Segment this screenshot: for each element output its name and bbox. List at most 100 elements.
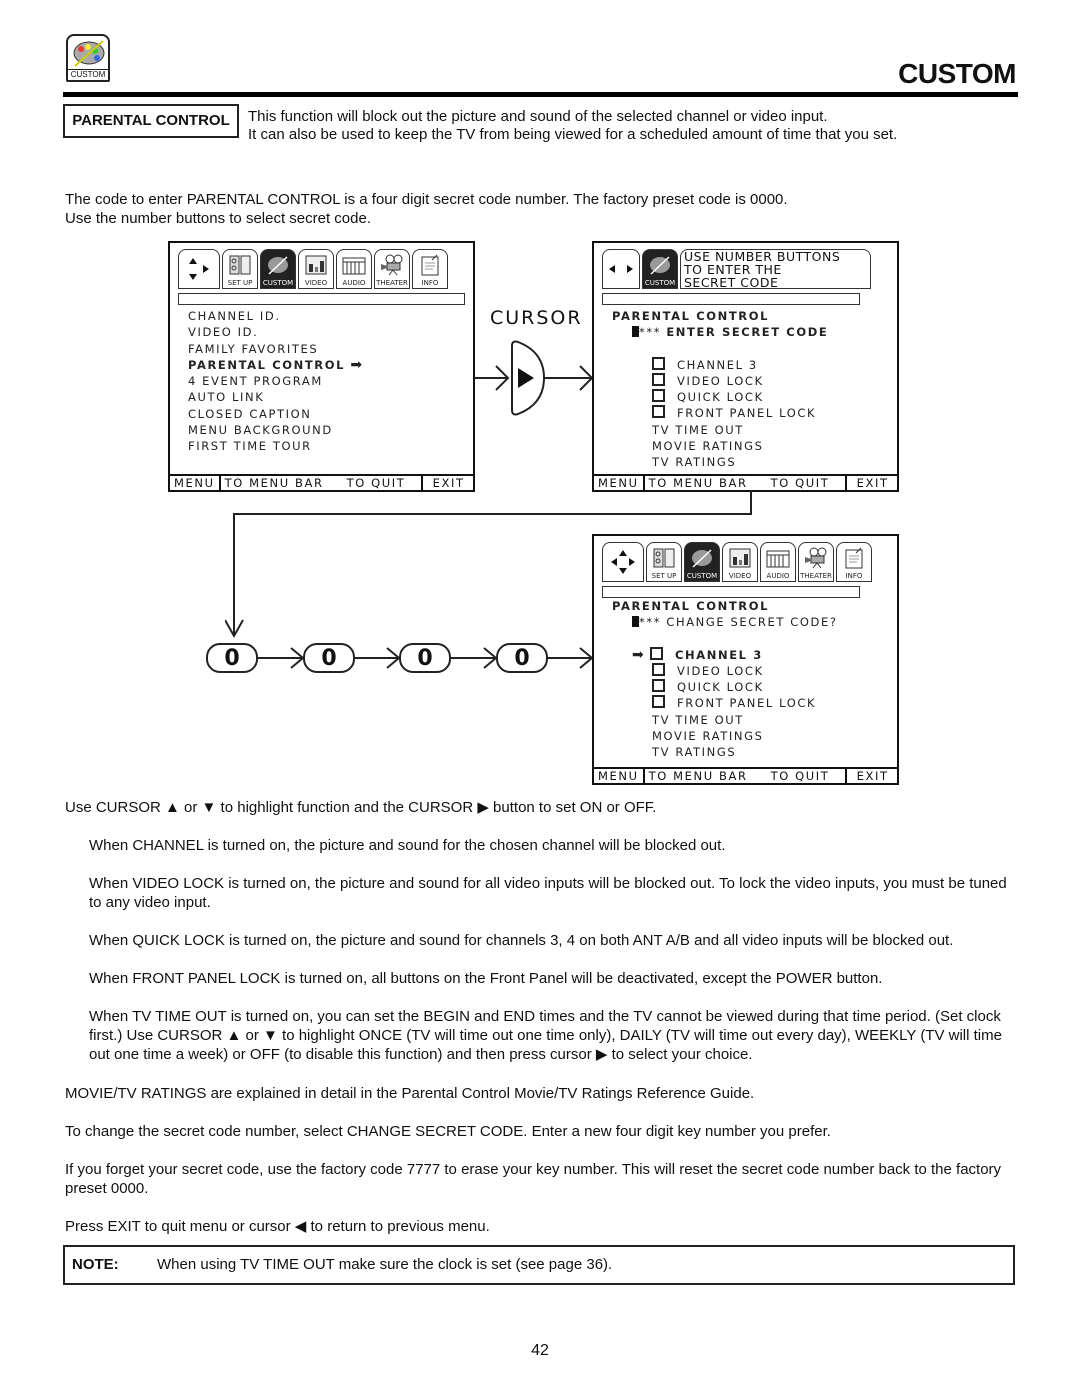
tab-custom[interactable]: CUSTOM <box>260 249 296 289</box>
checkbox[interactable] <box>652 662 665 676</box>
parental-control-panel: PARENTAL CONTROL *** CHANGE SECRET CODE?… <box>612 598 838 761</box>
secret-code-entry[interactable]: *** ENTER SECRET CODE <box>612 324 828 340</box>
tab-audio[interactable]: AUDIO <box>336 249 372 289</box>
tab-setup[interactable]: SET UP <box>222 249 258 289</box>
palette-icon <box>692 549 712 568</box>
digit-arrows <box>258 647 594 669</box>
selection-arrow-icon: ➡ <box>350 356 364 373</box>
menu-item[interactable]: CLOSED CAPTION <box>188 406 364 422</box>
checkbox[interactable] <box>652 372 665 386</box>
tab-info[interactable]: INFO <box>836 542 872 582</box>
section-intro: This function will block out the picture… <box>248 108 897 144</box>
custom-palette-icon: CUSTOM <box>66 34 110 82</box>
nav-arrows-tab[interactable] <box>178 249 220 289</box>
checkbox[interactable] <box>652 695 665 709</box>
keyboard-icon <box>766 550 790 568</box>
intro-line-1: This function will block out the picture… <box>248 108 828 125</box>
note-text: When using TV TIME OUT make sure the clo… <box>157 1256 613 1273</box>
menu-item[interactable]: TV TIME OUT <box>612 422 828 438</box>
instruction-tv-time-out: When TV TIME OUT is turned on, you can s… <box>89 1008 1002 1063</box>
menu-item[interactable]: FIRST TIME TOUR <box>188 438 364 454</box>
custom-icon-label: CUSTOM <box>68 69 108 79</box>
tv-screen-enter-code: CUSTOM USE NUMBER BUTTONS TO ENTER THE S… <box>592 241 899 492</box>
tab-audio[interactable]: AUDIO <box>760 542 796 582</box>
tab-setup[interactable]: SET UP <box>646 542 682 582</box>
checkbox[interactable] <box>650 646 663 660</box>
checkbox[interactable] <box>652 405 665 419</box>
check-item[interactable]: FRONT PANEL LOCK <box>612 695 838 711</box>
left-right-arrows-icon <box>609 265 633 273</box>
menu-item[interactable]: 4 EVENT PROGRAM <box>188 373 364 389</box>
footer-exit: EXIT <box>856 476 889 490</box>
custom-menu-list: CHANNEL ID. VIDEO ID. FAMILY FAVORITES P… <box>188 308 364 455</box>
menu-item[interactable]: AUTO LINK <box>188 389 364 405</box>
tab-theater[interactable]: THEATER <box>798 542 834 582</box>
tab-video[interactable]: VIDEO <box>722 542 758 582</box>
check-item[interactable]: FRONT PANEL LOCK <box>612 405 828 421</box>
check-item[interactable]: QUICK LOCK <box>612 389 828 405</box>
selection-arrow-icon: ➡ <box>632 646 646 663</box>
menu-item[interactable]: TV TIME OUT <box>612 712 838 728</box>
instruction-front-panel: When FRONT PANEL LOCK is turned on, all … <box>89 970 883 987</box>
code-intro-line-2: Use the number buttons to select secret … <box>65 210 371 227</box>
menu-item[interactable]: TV RATINGS <box>612 744 838 760</box>
tab-custom[interactable]: CUSTOM <box>642 249 678 289</box>
tab-info[interactable]: INFO <box>412 249 448 289</box>
video-icon <box>729 548 751 568</box>
nav-arrows-tab[interactable] <box>602 249 640 289</box>
keyboard-icon <box>342 257 366 275</box>
digit-button[interactable]: 0 <box>206 643 258 673</box>
info-note-icon <box>421 254 439 276</box>
parental-control-panel: PARENTAL CONTROL *** ENTER SECRET CODE C… <box>612 308 828 471</box>
code-cursor <box>632 326 639 338</box>
footer-menu: MENU <box>594 769 645 783</box>
tab-video[interactable]: VIDEO <box>298 249 334 289</box>
footer-menu: MENU <box>170 476 221 490</box>
menu-item[interactable]: FAMILY FAVORITES <box>188 341 364 357</box>
four-way-arrows-icon <box>611 550 635 574</box>
menu-tab-bar: SET UP CUSTOM VIDEO AUDIO THEATER INFO <box>602 542 872 586</box>
menu-item[interactable]: VIDEO ID. <box>188 324 364 340</box>
page-title: CUSTOM <box>898 58 1016 89</box>
check-item[interactable]: VIDEO LOCK <box>612 372 828 389</box>
instruction-cursor: Use CURSOR ▲ or ▼ to highlight function … <box>65 799 657 816</box>
menu-item[interactable]: TV RATINGS <box>612 454 828 470</box>
header-rule <box>63 92 1018 97</box>
menu-item[interactable]: MOVIE RATINGS <box>612 438 828 454</box>
tab-theater[interactable]: THEATER <box>374 249 410 289</box>
code-intro-line-1: The code to enter PARENTAL CONTROL is a … <box>65 191 788 208</box>
palette-icon <box>650 256 670 275</box>
cursor-flow-diagram <box>474 340 594 416</box>
change-code-item[interactable]: *** CHANGE SECRET CODE? <box>612 614 838 630</box>
footer-exit: EXIT <box>432 476 465 490</box>
note-label: NOTE: <box>72 1256 119 1273</box>
movie-camera-icon <box>805 547 827 569</box>
check-item[interactable]: VIDEO LOCK <box>612 662 838 679</box>
prompt-tab-bar: CUSTOM USE NUMBER BUTTONS TO ENTER THE S… <box>602 249 871 293</box>
check-item[interactable]: CHANNEL 3 <box>612 356 828 373</box>
instruction-video-lock: When VIDEO LOCK is turned on, the pictur… <box>89 875 1007 911</box>
nav-arrows-tab[interactable] <box>602 542 644 582</box>
tab-custom[interactable]: CUSTOM <box>684 542 720 582</box>
menu-item-selected[interactable]: PARENTAL CONTROL ➡ <box>188 357 364 373</box>
panel-heading: PARENTAL CONTROL <box>612 599 770 613</box>
menu-item[interactable]: MENU BACKGROUND <box>188 422 364 438</box>
checkbox[interactable] <box>652 356 665 370</box>
palette-icon <box>268 256 288 275</box>
instruction-change-code: To change the secret code number, select… <box>65 1123 831 1140</box>
tv-screen-change-code: SET UP CUSTOM VIDEO AUDIO THEATER INFO P… <box>592 534 899 785</box>
checkbox[interactable] <box>652 389 665 403</box>
footer-to-menu-bar: TO MENU BAR <box>224 476 324 490</box>
section-label: PARENTAL CONTROL <box>63 104 239 138</box>
check-item[interactable]: QUICK LOCK <box>612 679 838 695</box>
footer-to-quit: TO QUIT <box>767 476 847 490</box>
menu-item[interactable]: CHANNEL ID. <box>188 308 364 324</box>
instruction-ratings: MOVIE/TV RATINGS are explained in detail… <box>65 1085 755 1102</box>
menu-footer: MENU TO MENU BAR TO QUIT EXIT <box>592 767 899 785</box>
code-intro: The code to enter PARENTAL CONTROL is a … <box>65 190 788 228</box>
check-item-selected[interactable]: ➡ CHANNEL 3 <box>612 646 838 663</box>
footer-to-menu-bar: TO MENU BAR <box>648 769 748 783</box>
panel-heading: PARENTAL CONTROL <box>612 309 770 323</box>
menu-item[interactable]: MOVIE RATINGS <box>612 728 838 744</box>
checkbox[interactable] <box>652 679 665 693</box>
